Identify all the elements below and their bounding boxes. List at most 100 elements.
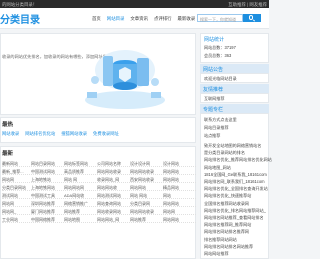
sidebar-link[interactable]: 排名推荐网站网站 [204,237,237,243]
site-link[interactable]: 网站网站网 [64,183,97,190]
latest-sites-section: 最新 最新网站 网站目录网站 网站标签网站 公司网站名称 设计设计网 设计网站 最新_推荐.… [0,146,196,259]
site-link[interactable]: 网站网站收录 [130,167,163,174]
grid-row: 最新_推荐... 中国测试网站 高品质推荐 网站网站收录 网站网站收录 网站网站 [2,167,196,175]
sidebar-link[interactable]: 致开发全站地图的网络营销站名 [204,143,261,149]
notice-item[interactable]: 欢迎光临网站目录 [204,76,237,82]
site-link[interactable]: 网站收录网站 [97,207,130,214]
sidebar-link[interactable]: 1816全国网_Ge联系我_18161com [204,172,267,178]
site-link[interactable]: 分类目录网 [130,199,163,206]
site-link[interactable]: 中国网络推荐 [31,215,64,222]
grid-row: 分类目录网站 上海地铁网站 网站网站网 网站网站收 网站网站 精品网站 [2,183,196,191]
hot-tags-title: 最热 [2,122,14,128]
site-link[interactable]: 厦门网站推荐 [31,207,64,214]
nav-ranking[interactable]: 点评排行 [154,16,172,22]
grid-row: 网站网 深圳网站推荐 网络营销推广 网站查询网站 分类目录网 网站网站 [2,199,196,207]
site-link[interactable]: 公司网站名称 [97,159,130,166]
sidebar-link[interactable]: 网站排名优化_全国排名查询开发站 [204,186,268,192]
site-link[interactable]: 分类目录网站 [2,183,31,190]
topics-bar-label: 专题专栏 [203,107,224,113]
site-link[interactable]: 上海地铁站 [31,175,64,182]
site-link[interactable]: 网站网站 [163,167,196,174]
topic-item[interactable]: 联系方式点击这里 [204,117,237,123]
notice-bar-label: 网站公告 [203,67,224,73]
tag-link[interactable]: 网站收录 [2,131,19,137]
sidebar-link[interactable]: 网站排名优化_排名网站推荐网站_ [204,208,266,214]
top-links[interactable]: 互助推荐 | 网友推荐 [228,2,267,8]
site-link[interactable]: 网站网 [2,175,31,182]
site-link[interactable]: 网站网 [2,199,31,206]
site-link[interactable]: 网站网站 [163,199,196,206]
sidebar-link[interactable]: 网站网站推荐 [204,251,229,257]
site-link[interactable]: 网站网站收录 [97,167,130,174]
site-link[interactable]: 测试网站 [2,191,31,198]
sidebar-link[interactable]: 网站排名网站排名推荐网 [204,229,249,235]
site-link[interactable]: 西安网站收录 [130,175,163,182]
site-link[interactable]: 中国测试工具 [31,191,64,198]
site-link[interactable]: 网站 [163,191,196,198]
site-link[interactable]: 网站网站 [130,183,163,190]
site-link[interactable]: 高品质推荐 [64,167,97,174]
site-link[interactable]: 网站推荐 [130,215,163,222]
site-link[interactable]: 设计网站 [163,159,196,166]
tag-link[interactable]: 免费收录网址 [93,131,119,137]
sidebar-link[interactable]: 网站排名优化_快速推荐站 [204,193,251,199]
nav-home[interactable]: 首页 [92,16,101,22]
site-logo[interactable]: 分类目录 [0,11,40,26]
sidebar-link[interactable]: 全国排名推荐网站收录网 [204,201,249,207]
tag-link[interactable]: 搜狐网站收录 [61,131,87,137]
site-link[interactable]: ADA网站收 [64,191,97,198]
site-link[interactable]: 最新网站 [2,159,31,166]
site-link[interactable]: 网站网站_网 [97,215,130,222]
site-link[interactable]: 网站目录网站 [31,159,64,166]
topics-bar[interactable]: 专题专栏 [200,104,269,113]
stat-members: 会员总数：363 [204,53,232,58]
nav-directory[interactable]: 网站目录 [107,16,125,22]
recommend-item[interactable]: 互联网推荐 [204,96,224,102]
site-link[interactable]: 中国测试网站 [31,167,64,174]
tag-list: 网站收录 网站排名优化站 搜狐网站收录 免费收录网址 [2,131,119,137]
topic-item[interactable]: 网站目录推荐 [204,125,229,131]
site-link[interactable]: 上海地铁网站 [31,183,64,190]
site-link[interactable]: 网站网站 [163,175,196,182]
site-link[interactable]: 网站推荐 [64,207,97,214]
sidebar-link[interactable]: 网站排名网_联系我们_18161com [204,179,265,185]
search-icon [249,15,254,20]
site-link[interactable]: 最新_推荐... [2,167,31,174]
site-link[interactable]: 网站地图 [64,215,97,222]
site-link[interactable]: 深圳网站推荐 [31,199,64,206]
sidebar-link[interactable]: 是分类目录网站的排名 [204,150,245,156]
search-button[interactable] [243,14,261,22]
hot-tags-section: 最热 网站收录 网站排名优化站 搜狐网站收录 免费收录网址 [0,117,196,143]
site-link[interactable]: 网站网站收录 [130,207,163,214]
nav-latest[interactable]: 最新收录 [178,16,196,22]
site-link[interactable]: 网站网 [163,207,196,214]
search-input[interactable]: 搜索一下，你就知道 [197,14,243,22]
site-link[interactable]: 网站 网站 [130,191,163,198]
site-link[interactable]: 网络营销推广 [64,199,97,206]
site-link[interactable]: 收录网站_网 [97,175,130,182]
sidebar-link[interactable]: 网站排名优化_推荐网站排名优化网站 [204,157,272,163]
sidebar-link[interactable]: 网站排名推荐网_推荐网站 [204,222,251,228]
search-placeholder: 搜索一下，你就知道 [200,16,236,22]
site-link[interactable]: 工业网站 [2,215,31,222]
site-link[interactable]: 网站网_ [2,207,31,214]
recommend-bar[interactable]: 友情推荐 [200,84,269,93]
tag-link[interactable]: 网站排名优化站 [25,131,55,137]
hero-banner: 收录的网站优先排名，加收录的网站有哪些，添加网址发布到站点 [0,33,196,115]
site-link[interactable]: 精品网站 [163,183,196,190]
sidebar-link[interactable]: 网站排名网站推荐_查看网站排名 [204,215,264,221]
site-link[interactable]: 网站查询网站 [97,199,130,206]
sidebar-link[interactable]: 网站地图_网站 [204,165,231,171]
site-link[interactable]: 网站网站收 [97,183,130,190]
site-link[interactable]: 设计设计网 [130,159,163,166]
grid-row: 网站网_ 厦门网站推荐 网站推荐 网站收录网站 网站网站收录 网站网 [2,207,196,215]
notice-bar[interactable]: 网站公告 [200,64,269,73]
nav-articles[interactable]: 文章资讯 [130,16,148,22]
topic-item[interactable]: 站点推荐 [204,133,220,139]
header: 分类目录 首页 网站目录 文章资讯 点评排行 最新收录 会员中心 搜索一下，你就… [0,8,269,29]
sidebar-link[interactable]: 网站排名网站排名网站推荐 [204,244,253,250]
site-link[interactable]: 网站网站 [163,215,196,222]
site-link[interactable]: 网站 网 [64,175,97,182]
site-link[interactable]: 网站标签网站 [64,159,97,166]
site-link[interactable]: 网站测试网站 [97,191,130,198]
